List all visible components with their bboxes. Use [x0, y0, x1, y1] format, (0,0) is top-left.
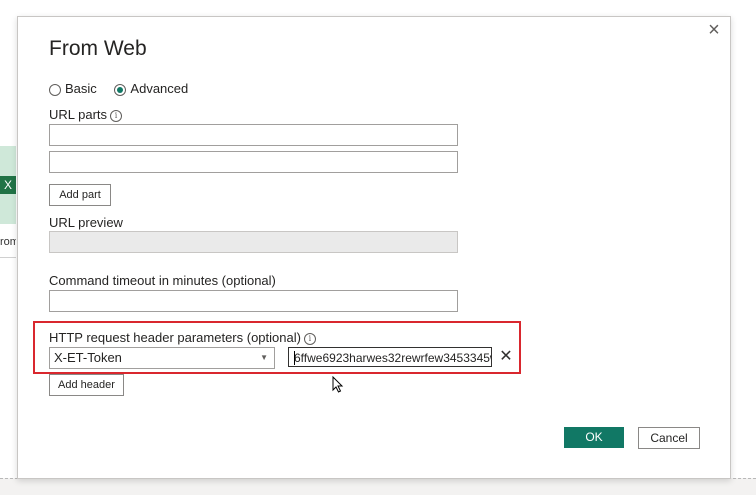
header-value-input[interactable]: 6ffwe6923harwes32rewrfew3453345w [288, 347, 492, 367]
url-part-input-1[interactable] [49, 124, 458, 146]
background-tile-label: rom [0, 236, 16, 248]
header-params-label: HTTP request header parameters (optional… [49, 330, 301, 345]
radio-advanced[interactable]: Advanced [114, 81, 188, 96]
url-parts-label: URL parts [49, 107, 108, 122]
mode-radio-group: Basic Advanced [49, 80, 202, 96]
header-name-dropdown[interactable]: X-ET-Token ▼ [49, 347, 275, 369]
url-parts-label-row: URL parts i [49, 107, 123, 122]
radio-basic-circle[interactable] [49, 83, 61, 96]
background-divider [0, 257, 16, 258]
info-icon: i [303, 332, 316, 345]
header-name-value: X-ET-Token [54, 350, 122, 365]
dialog-title: From Web [49, 37, 147, 60]
remove-header-icon[interactable]: ✕ [499, 347, 513, 367]
cancel-button[interactable]: Cancel [638, 427, 700, 449]
header-params-label-row: HTTP request header parameters (optional… [49, 330, 316, 345]
url-part-input-2[interactable] [49, 151, 458, 173]
mouse-pointer-icon [332, 376, 344, 393]
excel-icon: X [0, 176, 16, 194]
radio-basic-label: Basic [65, 81, 97, 97]
close-icon[interactable]: × [705, 20, 723, 40]
radio-basic[interactable]: Basic [49, 81, 97, 96]
background-status-strip [0, 478, 756, 495]
ok-button[interactable]: OK [564, 427, 624, 448]
chevron-down-icon[interactable]: ▼ [260, 348, 268, 368]
add-header-button[interactable]: Add header [49, 374, 124, 396]
timeout-input[interactable] [49, 290, 458, 312]
url-preview-label: URL preview [49, 215, 123, 230]
text-cursor [294, 351, 295, 365]
add-part-button[interactable]: Add part [49, 184, 111, 206]
radio-advanced-circle[interactable] [114, 83, 127, 96]
url-preview-field [49, 231, 458, 253]
timeout-label: Command timeout in minutes (optional) [49, 273, 276, 288]
radio-advanced-label: Advanced [130, 81, 189, 97]
header-value-text: 6ffwe6923harwes32rewrfew3453345w [294, 351, 492, 365]
info-icon: i [110, 109, 123, 122]
